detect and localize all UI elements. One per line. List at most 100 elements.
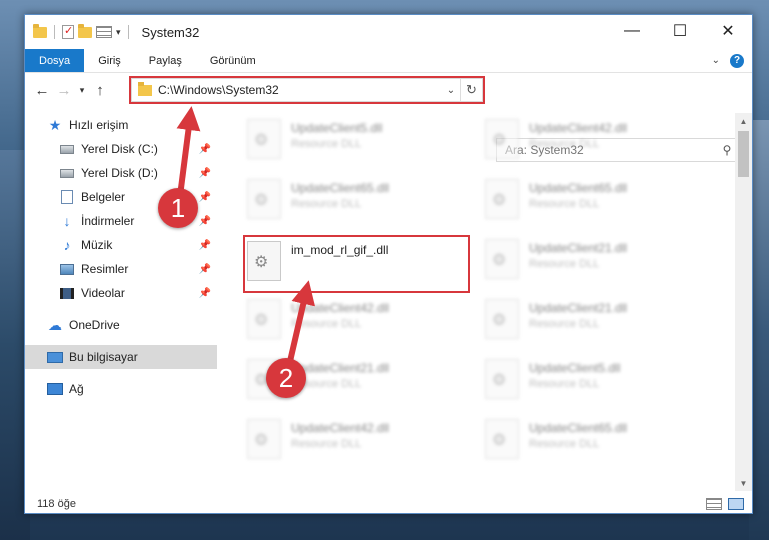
pin-icon[interactable]: 📌 bbox=[199, 288, 211, 299]
forward-button[interactable]: → bbox=[53, 82, 75, 99]
pin-icon[interactable]: 📌 bbox=[199, 144, 211, 155]
sidebar-item-label: Bu bilgisayar bbox=[69, 350, 138, 364]
pictures-icon bbox=[60, 263, 74, 275]
sidebar-item-onedrive[interactable]: ☁ OneDrive bbox=[25, 313, 217, 337]
sidebar-item-label: Ağ bbox=[69, 382, 84, 396]
address-path[interactable]: C:\Windows\System32 bbox=[158, 83, 442, 97]
videos-icon bbox=[60, 287, 74, 299]
cloud-icon: ☁ bbox=[48, 316, 62, 333]
file-type: Resource DLL bbox=[529, 318, 600, 330]
file-item[interactable]: UpdateClient21.dll Resource DLL bbox=[479, 295, 699, 351]
details-view-icon[interactable] bbox=[706, 498, 722, 510]
file-explorer-window: ▾ System32 — ☐ ✕ Dosya Giriş Paylaş Görü… bbox=[24, 14, 753, 514]
sidebar-item-quick-access[interactable]: ★ Hızlı erişim bbox=[25, 113, 217, 137]
dll-file-icon bbox=[485, 119, 519, 159]
dll-file-icon bbox=[485, 359, 519, 399]
chevron-down-icon[interactable]: ▾ bbox=[116, 27, 121, 38]
file-item[interactable]: UpdateClient42.dll Resource DLL bbox=[241, 415, 461, 471]
file-item[interactable]: UpdateClient65.dll Resource DLL bbox=[479, 415, 699, 471]
navigation-bar: ← → ▾ ↑ C:\Windows\System32 ⌄ ↻ ⚲ bbox=[25, 75, 752, 162]
ribbon-tabs: Dosya Giriş Paylaş Görünüm ⌄ ? bbox=[25, 49, 752, 73]
file-list: UpdateClient5.dll Resource DLL UpdateClie… bbox=[217, 113, 737, 491]
file-item[interactable]: UpdateClient42.dll Resource DLL bbox=[479, 115, 699, 171]
sidebar-item-this-pc[interactable]: Bu bilgisayar bbox=[25, 345, 217, 369]
window-controls: — ☐ ✕ bbox=[608, 15, 752, 47]
pin-icon[interactable]: 📌 bbox=[199, 240, 211, 251]
computer-icon bbox=[47, 351, 63, 363]
file-item[interactable]: UpdateClient65.dll Resource DLL bbox=[479, 175, 699, 231]
file-name: UpdateClient5.dll bbox=[529, 361, 621, 375]
sidebar-item-network[interactable]: Ağ bbox=[25, 377, 217, 401]
downloads-icon: ↓ bbox=[63, 213, 71, 229]
dll-file-icon bbox=[247, 241, 281, 281]
dll-file-icon bbox=[247, 299, 281, 339]
pin-icon[interactable]: 📌 bbox=[199, 168, 211, 179]
maximize-button[interactable]: ☐ bbox=[656, 15, 704, 47]
file-item[interactable]: UpdateClient5.dll Resource DLL bbox=[479, 355, 699, 411]
file-item-highlighted[interactable]: im_mod_rl_gif_.dll bbox=[241, 237, 461, 293]
file-item[interactable]: UpdateClient21.dll Resource DLL bbox=[479, 235, 699, 291]
sidebar-item-label: OneDrive bbox=[69, 318, 120, 332]
file-type: Resource DLL bbox=[529, 258, 600, 270]
file-name: UpdateClient5.dll bbox=[291, 121, 383, 135]
music-icon: ♪ bbox=[63, 237, 71, 253]
pin-icon[interactable]: 📌 bbox=[199, 216, 211, 227]
tab-home[interactable]: Giriş bbox=[84, 49, 135, 72]
file-name: im_mod_rl_gif_.dll bbox=[291, 243, 389, 257]
sidebar-item-disk-d[interactable]: Yerel Disk (D:) 📌 bbox=[25, 161, 217, 185]
window-title: System32 bbox=[141, 24, 200, 40]
expand-ribbon-icon[interactable]: ⌄ bbox=[712, 55, 720, 66]
new-folder-icon[interactable] bbox=[78, 23, 92, 38]
sidebar-item-videos[interactable]: Videolar 📌 bbox=[25, 281, 217, 305]
dll-file-icon bbox=[247, 119, 281, 159]
chevron-down-icon[interactable]: ⌄ bbox=[442, 85, 460, 96]
refresh-button[interactable]: ↻ bbox=[460, 79, 482, 101]
close-button[interactable]: ✕ bbox=[704, 15, 752, 47]
pin-icon[interactable]: 📌 bbox=[199, 264, 211, 275]
pin-icon[interactable]: 📌 bbox=[199, 192, 211, 203]
sidebar-item-label: Yerel Disk (D:) bbox=[81, 166, 158, 180]
dll-file-icon bbox=[485, 419, 519, 459]
step-badge-1: 1 bbox=[158, 188, 198, 228]
address-bar[interactable]: C:\Windows\System32 ⌄ ↻ bbox=[131, 78, 483, 102]
file-type: Resource DLL bbox=[291, 198, 362, 210]
vertical-scrollbar[interactable]: ▲ ▼ bbox=[735, 113, 752, 491]
file-item[interactable]: UpdateClient5.dll Resource DLL bbox=[241, 115, 461, 171]
file-item[interactable]: UpdateClient42.dll Resource DLL bbox=[241, 295, 461, 351]
toolbar-separator bbox=[54, 25, 55, 39]
folder-icon bbox=[138, 81, 152, 96]
star-icon: ★ bbox=[48, 116, 62, 133]
sidebar-item-music[interactable]: ♪ Müzik 📌 bbox=[25, 233, 217, 257]
scroll-down-icon[interactable]: ▼ bbox=[735, 475, 752, 491]
navigation-pane: ★ Hızlı erişim Yerel Disk (C:) 📌 Yerel D… bbox=[25, 113, 217, 493]
file-type: Resource DLL bbox=[291, 138, 362, 150]
large-icons-view-icon[interactable] bbox=[728, 498, 744, 510]
properties-icon[interactable] bbox=[62, 24, 74, 39]
minimize-button[interactable]: — bbox=[608, 15, 656, 47]
disk-icon bbox=[60, 144, 74, 154]
sidebar-item-label: Hızlı erişim bbox=[69, 118, 129, 132]
file-item[interactable]: UpdateClient65.dll Resource DLL bbox=[241, 175, 461, 231]
file-name: UpdateClient65.dll bbox=[291, 181, 390, 195]
tab-file[interactable]: Dosya bbox=[25, 49, 85, 72]
view-icon[interactable] bbox=[96, 26, 112, 38]
file-name: UpdateClient42.dll bbox=[529, 121, 628, 135]
recent-locations-button[interactable]: ▾ bbox=[75, 85, 89, 96]
file-name: UpdateClient65.dll bbox=[529, 181, 628, 195]
sidebar-item-pictures[interactable]: Resimler 📌 bbox=[25, 257, 217, 281]
tab-view[interactable]: Görünüm bbox=[196, 49, 270, 72]
help-icon[interactable]: ? bbox=[730, 53, 744, 68]
tab-share[interactable]: Paylaş bbox=[135, 49, 196, 72]
up-button[interactable]: ↑ bbox=[89, 82, 111, 99]
title-bar: ▾ System32 — ☐ ✕ bbox=[25, 15, 752, 49]
item-count: 118 öğe bbox=[37, 498, 76, 510]
scrollbar-thumb[interactable] bbox=[738, 131, 749, 177]
file-type: Resource DLL bbox=[529, 138, 600, 150]
sidebar-item-disk-c[interactable]: Yerel Disk (C:) 📌 bbox=[25, 137, 217, 161]
toolbar-separator bbox=[127, 25, 129, 39]
back-button[interactable]: ← bbox=[31, 82, 53, 99]
documents-icon bbox=[61, 190, 73, 204]
scroll-up-icon[interactable]: ▲ bbox=[735, 113, 752, 129]
sidebar-item-label: Videolar bbox=[81, 286, 125, 300]
dll-file-icon bbox=[485, 179, 519, 219]
